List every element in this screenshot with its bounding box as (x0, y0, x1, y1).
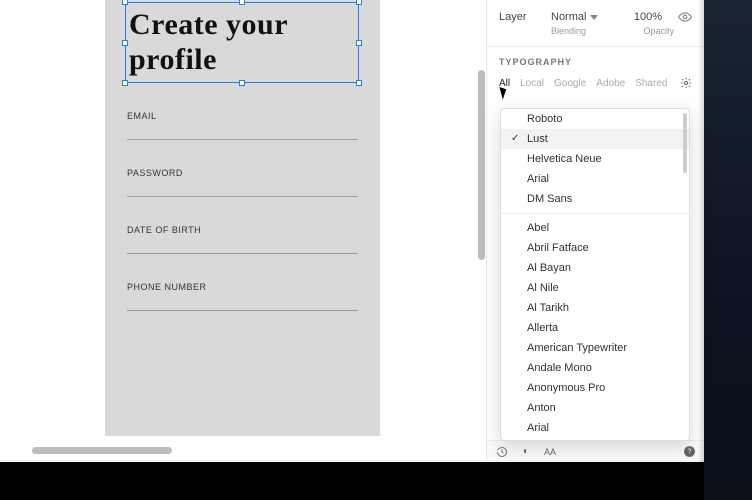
typography-header: TYPOGRAPHY (487, 46, 704, 73)
gear-icon (680, 77, 692, 89)
layer-label: Layer (499, 11, 539, 23)
field-label: DATE OF BIRTH (127, 225, 358, 235)
vertical-scrollbar[interactable] (478, 70, 485, 260)
text-aa-icon[interactable]: AA (543, 445, 557, 459)
field-label: PASSWORD (127, 168, 358, 178)
field-underline (127, 139, 358, 140)
font-item-dm-sans[interactable]: DM Sans (501, 189, 689, 209)
font-item[interactable]: Abril Fatface (501, 238, 689, 258)
artboard[interactable]: Create your profile EMAIL PASSWORD (105, 0, 380, 436)
resize-handle-top-middle[interactable] (239, 0, 245, 5)
font-item[interactable]: Arial (501, 418, 689, 438)
resize-handle-bottom-right[interactable] (356, 80, 362, 86)
font-picker-dropdown[interactable]: Roboto Lust Helvetica Neue Arial DM Sans… (500, 108, 690, 441)
font-item-arial[interactable]: Arial (501, 169, 689, 189)
canvas-area[interactable]: Create your profile EMAIL PASSWORD (0, 0, 485, 460)
blending-value: Normal (551, 11, 586, 23)
macos-dock (0, 462, 704, 500)
font-list-scrollbar[interactable] (683, 113, 687, 173)
field-underline (127, 253, 358, 254)
field-underline (127, 196, 358, 197)
opacity-value[interactable]: 100% (634, 11, 662, 23)
blending-caption: Blending (551, 26, 586, 36)
form-fields: EMAIL PASSWORD DATE OF BIRTH PHONE NUMBE… (127, 111, 358, 311)
font-item[interactable]: Allerta (501, 318, 689, 338)
font-item[interactable]: Arial Black (501, 438, 689, 440)
font-item[interactable]: Al Nile (501, 278, 689, 298)
font-item[interactable]: Anton (501, 398, 689, 418)
tab-all[interactable]: All (499, 78, 510, 89)
field-label: EMAIL (127, 111, 358, 121)
resize-handle-top-right[interactable] (356, 0, 362, 5)
resize-handle-bottom-left[interactable] (122, 80, 128, 86)
opacity-caption: Opacity (643, 26, 674, 36)
contrast-icon[interactable]: ◐ (519, 445, 533, 459)
field-underline (127, 310, 358, 311)
layer-row: Layer Normal 100% (487, 0, 704, 26)
field-dob: DATE OF BIRTH (127, 225, 358, 254)
font-item[interactable]: Andale Mono (501, 358, 689, 378)
svg-text:?: ? (687, 449, 691, 456)
eye-icon (678, 10, 692, 24)
font-item-helvetica-neue[interactable]: Helvetica Neue (501, 149, 689, 169)
resize-handle-middle-left[interactable] (122, 40, 128, 46)
typography-tabs: All Local Google Adobe Shared (487, 73, 704, 95)
font-item[interactable]: Al Tarikh (501, 298, 689, 318)
font-item-lust[interactable]: Lust (501, 129, 689, 149)
resize-handle-bottom-middle[interactable] (239, 80, 245, 86)
layer-captions: Blending Opacity (487, 26, 704, 46)
typography-settings-button[interactable] (680, 77, 692, 89)
macos-desktop (704, 0, 752, 500)
help-icon[interactable]: ? (682, 445, 696, 459)
font-list[interactable]: Roboto Lust Helvetica Neue Arial DM Sans… (501, 109, 689, 440)
font-item[interactable]: Abel (501, 218, 689, 238)
tab-local[interactable]: Local (520, 78, 544, 89)
tab-adobe[interactable]: Adobe (596, 78, 625, 89)
inspector-bottom-bar: ◐ AA ? (486, 440, 704, 462)
font-item[interactable]: Al Bayan (501, 258, 689, 278)
chevron-down-icon (590, 15, 598, 20)
history-icon[interactable] (495, 445, 509, 459)
resize-handle-top-left[interactable] (122, 0, 128, 5)
tab-google[interactable]: Google (554, 78, 586, 89)
font-item[interactable]: Anonymous Pro (501, 378, 689, 398)
field-password: PASSWORD (127, 168, 358, 197)
heading-text-selected[interactable]: Create your profile (127, 4, 357, 81)
tab-shared[interactable]: Shared (635, 78, 667, 89)
font-item-roboto[interactable]: Roboto (501, 109, 689, 129)
resize-handle-middle-right[interactable] (356, 40, 362, 46)
font-item[interactable]: American Typewriter (501, 338, 689, 358)
visibility-toggle[interactable] (678, 10, 692, 24)
blending-mode-select[interactable]: Normal (551, 11, 598, 23)
horizontal-scrollbar[interactable] (32, 447, 172, 454)
font-list-divider (501, 213, 689, 214)
field-email: EMAIL (127, 111, 358, 140)
heading-text[interactable]: Create your profile (129, 8, 288, 76)
field-phone: PHONE NUMBER (127, 282, 358, 311)
field-label: PHONE NUMBER (127, 282, 358, 292)
